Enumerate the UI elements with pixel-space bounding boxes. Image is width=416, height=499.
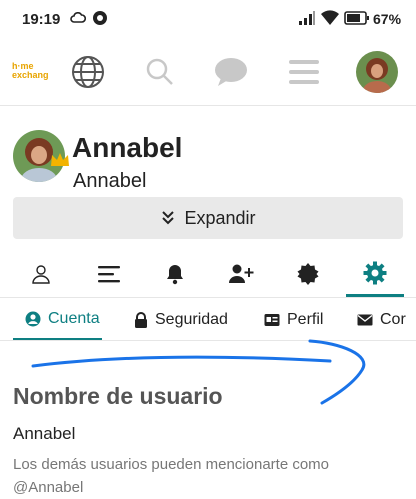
tab-list[interactable] bbox=[80, 251, 138, 297]
globe-icon[interactable] bbox=[68, 52, 108, 92]
tab-settings[interactable] bbox=[346, 251, 404, 297]
tab-cuenta-label: Cuenta bbox=[48, 309, 100, 327]
status-bar: 19:19 67% bbox=[0, 0, 416, 40]
tab-user[interactable] bbox=[12, 251, 70, 297]
help-line-2: @Annabel bbox=[13, 479, 84, 496]
gear-icon bbox=[363, 261, 387, 284]
signal-icon bbox=[298, 10, 316, 31]
home-exchange-logo[interactable]: h·me exchang bbox=[12, 62, 56, 86]
expand-button[interactable]: Expandir bbox=[13, 197, 403, 239]
chevrons-down-icon bbox=[162, 211, 175, 225]
mail-icon bbox=[357, 314, 373, 326]
user-icon bbox=[32, 265, 50, 284]
id-card-icon bbox=[264, 314, 280, 326]
logo-line-2: exchang bbox=[12, 70, 49, 80]
account-circle-icon bbox=[25, 311, 41, 326]
bell-icon bbox=[167, 265, 183, 285]
cloud-icon bbox=[70, 10, 87, 31]
section-title: Nombre de usuario bbox=[13, 383, 223, 409]
battery-icon bbox=[344, 10, 370, 31]
tab-notifications[interactable] bbox=[146, 251, 204, 297]
crown-icon bbox=[50, 152, 70, 173]
tab-correo-label: Cor bbox=[380, 311, 406, 328]
profile-icon-tabs bbox=[0, 251, 416, 298]
lock-icon bbox=[135, 312, 147, 328]
add-user-icon bbox=[229, 264, 254, 283]
tab-add-user[interactable] bbox=[212, 251, 270, 297]
top-app-bar: h·me exchang bbox=[0, 40, 416, 106]
expand-label: Expandir bbox=[184, 207, 256, 228]
profile-header: Annabel Annabel bbox=[0, 118, 416, 198]
battery-percent: 67% bbox=[373, 11, 402, 27]
section-help-text: Los demás usuarios pueden mencionarte co… bbox=[13, 453, 403, 499]
avatar[interactable] bbox=[356, 51, 398, 93]
tab-perfil-label: Perfil bbox=[287, 311, 324, 328]
tab-seguridad-label: Seguridad bbox=[155, 311, 228, 328]
wifi-icon bbox=[320, 10, 340, 31]
username: Annabel bbox=[73, 170, 147, 192]
display-name: Annabel bbox=[72, 132, 183, 163]
chat-icon[interactable] bbox=[211, 52, 251, 92]
tab-badge[interactable] bbox=[279, 251, 337, 297]
username-value: Annabel bbox=[13, 424, 76, 443]
status-time: 19:19 bbox=[22, 11, 61, 28]
badge-icon bbox=[297, 263, 319, 285]
list-icon bbox=[98, 266, 120, 283]
help-line-1: Los demás usuarios pueden mencionarte co… bbox=[13, 456, 330, 473]
record-icon bbox=[92, 10, 108, 31]
search-icon[interactable] bbox=[140, 52, 180, 92]
menu-icon[interactable] bbox=[284, 52, 324, 92]
